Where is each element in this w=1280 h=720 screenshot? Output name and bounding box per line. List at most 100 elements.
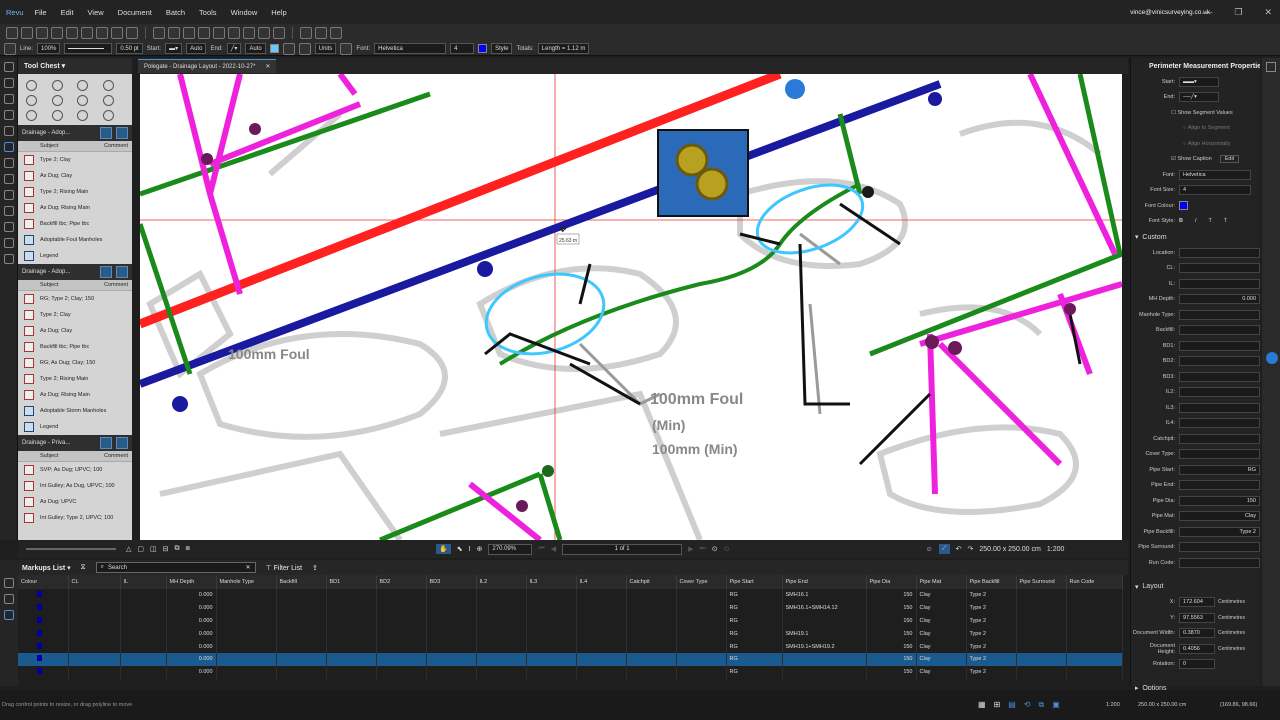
custom-field-input[interactable]: 0.000 — [1179, 294, 1260, 305]
line-style-icon[interactable] — [4, 42, 16, 55]
display-icon[interactable]: ▣ — [1052, 700, 1060, 710]
tool-chest-item[interactable]: As Dug; UPVC — [18, 494, 132, 510]
layers-icon[interactable] — [4, 110, 14, 120]
column-header[interactable]: Run Code — [1066, 575, 1123, 589]
tool-icon[interactable] — [77, 80, 88, 91]
section-mode-icon[interactable] — [100, 127, 112, 139]
tool-icon[interactable] — [26, 95, 37, 106]
column-header[interactable]: Pipe Mat — [916, 575, 967, 589]
custom-field-input[interactable] — [1179, 480, 1260, 491]
align-to-segment-row[interactable]: ○ Align to Segment — [1131, 121, 1260, 137]
section-settings-icon[interactable] — [116, 127, 128, 139]
column-header[interactable]: Pipe Surround — [1016, 575, 1067, 589]
show-segment-values-row[interactable]: ☐ Show Segment Values — [1131, 105, 1260, 121]
properties-icon[interactable] — [4, 126, 14, 136]
tool-chest-item[interactable]: Backfill tbc; Pipe tbc — [18, 339, 132, 355]
clear-search-icon[interactable]: ✕ — [246, 564, 255, 571]
layout-section[interactable]: ▾ Layout — [1131, 579, 1260, 595]
column-header[interactable]: Pipe Start — [726, 575, 783, 589]
textbox-tool-icon[interactable] — [21, 27, 33, 39]
tool-chest-item[interactable]: RG; As Dug; Clay; 150 — [18, 355, 132, 371]
sets-icon[interactable] — [4, 254, 14, 264]
custom-field-input[interactable] — [1179, 371, 1260, 382]
menu-edit[interactable]: Edit — [54, 8, 81, 17]
zoom-icon[interactable]: ⊕ — [477, 545, 483, 553]
column-header[interactable]: Pipe End — [782, 575, 867, 589]
radius-tool-icon[interactable] — [273, 27, 285, 39]
markups-summary-icon[interactable] — [4, 594, 14, 604]
measure-mode-icon[interactable]: ⟋ — [938, 544, 950, 554]
menu-tools[interactable]: Tools — [192, 8, 224, 17]
select-icon[interactable]: ⬉ — [457, 545, 463, 553]
custom-field-input[interactable] — [1179, 418, 1260, 429]
redo-icon[interactable]: ↷ — [967, 545, 973, 553]
user-account[interactable]: vince@vinicsurveying.co.uk — [1130, 9, 1210, 16]
search-input[interactable]: ⌕ Search ✕ — [95, 562, 256, 573]
table-row[interactable]: 0.000 RG SMH19.1 150 Clay Type 2 — [18, 627, 1123, 641]
pen-tool-icon[interactable] — [36, 27, 48, 39]
tool-chest-item[interactable]: Int Gulley; Type 2, UPVC; 100 — [18, 510, 132, 526]
column-header[interactable]: MH Depth — [166, 575, 217, 589]
compare-icon[interactable]: ⧈ — [186, 545, 190, 553]
tool-chest-item[interactable]: As Dug; Rising Main — [18, 387, 132, 403]
angle-tool-icon[interactable] — [258, 27, 270, 39]
text-select-icon[interactable]: I — [469, 546, 471, 553]
cutout-tool-icon[interactable] — [300, 27, 312, 39]
studio-icon[interactable] — [4, 238, 14, 248]
spaces-icon[interactable] — [4, 206, 14, 216]
minimize-icon[interactable]: — — [1203, 7, 1212, 18]
tool-chest-item[interactable]: RG; Type 2; Clay; 150 — [18, 291, 132, 307]
close-icon[interactable]: ✕ — [1264, 7, 1272, 18]
count-tool-icon[interactable] — [228, 27, 240, 39]
underline-icon[interactable]: T — [1209, 218, 1212, 224]
app-logo[interactable]: Revu — [0, 8, 28, 17]
tool-chest-item[interactable]: Type 2; Rising Main — [18, 371, 132, 387]
layout-field-input[interactable]: 172.604 — [1179, 597, 1215, 608]
tool-icon[interactable] — [51, 80, 63, 91]
custom-field-input[interactable] — [1179, 356, 1260, 367]
polygon-tool-icon[interactable] — [81, 27, 93, 39]
font-color-swatch[interactable] — [478, 44, 488, 53]
tool-icon[interactable] — [102, 110, 114, 121]
line-width-field[interactable]: 0.50 pt — [116, 43, 143, 54]
length-tool-icon[interactable] — [153, 27, 165, 39]
tool-chest-item[interactable]: SVP; As Dug; UPVC; 100 — [18, 462, 132, 478]
tool-chest-item[interactable]: Backfill tbc; Pipe tbc — [18, 216, 132, 232]
user-icon[interactable]: ☺ — [926, 546, 933, 553]
fill-icon[interactable] — [282, 42, 295, 55]
cloud-tool-icon[interactable] — [111, 27, 123, 39]
show-caption-row[interactable]: ☑ Show Caption Edit — [1131, 152, 1260, 168]
tool-chest-item[interactable]: Legend — [18, 248, 132, 264]
table-row[interactable]: 0.000 RG SMH16.1 150 Clay Type 2 — [18, 589, 1123, 602]
markups-title[interactable]: Markups List ▾ — [22, 564, 71, 572]
section-settings-icon[interactable] — [116, 266, 128, 278]
tool-chest-item[interactable]: Type 2; Clay — [18, 152, 132, 168]
custom-field-input[interactable] — [1179, 449, 1260, 460]
tool-chest-item[interactable]: As Dug; Rising Main — [18, 200, 132, 216]
polylength-tool-icon[interactable] — [168, 27, 180, 39]
next-view-icon[interactable]: ⊙ — [724, 545, 730, 553]
column-header[interactable]: Manhole Type — [216, 575, 277, 589]
font-size-select[interactable]: 4 — [1179, 185, 1251, 196]
line-tool-icon[interactable] — [96, 27, 108, 39]
next-page-icon[interactable]: ▶ — [688, 545, 693, 553]
diameter-tool-icon[interactable] — [243, 27, 255, 39]
section-settings-icon[interactable] — [116, 437, 128, 449]
right-panel-scrollbar[interactable] — [1262, 58, 1280, 686]
previous-view-icon[interactable]: ⊙ — [712, 545, 718, 553]
page-field[interactable]: 1 of 1 — [562, 543, 683, 555]
table-row[interactable]: 0.000 RG 150 Clay Type 2 — [18, 665, 1123, 679]
tool-icon[interactable] — [26, 110, 37, 121]
export-icon[interactable]: ⇪ — [312, 564, 318, 572]
tool-chest-item[interactable]: Adoptable Storm Manholes — [18, 403, 132, 419]
markups-filter-icon[interactable] — [4, 578, 14, 588]
tool-chest-section-header[interactable]: Drainage - Priva... — [18, 435, 132, 451]
menu-batch[interactable]: Batch — [159, 8, 192, 17]
tool-icon[interactable] — [77, 110, 88, 121]
dropbox-icon[interactable] — [1266, 352, 1278, 364]
start-arrow-select[interactable]: ▬▬▾ — [1179, 76, 1219, 87]
menu-help[interactable]: Help — [264, 8, 293, 17]
warning-icon[interactable]: △ — [126, 545, 131, 553]
layout-split-vertical-icon[interactable]: ◫ — [150, 545, 157, 553]
eraser-tool-icon[interactable] — [330, 27, 342, 39]
